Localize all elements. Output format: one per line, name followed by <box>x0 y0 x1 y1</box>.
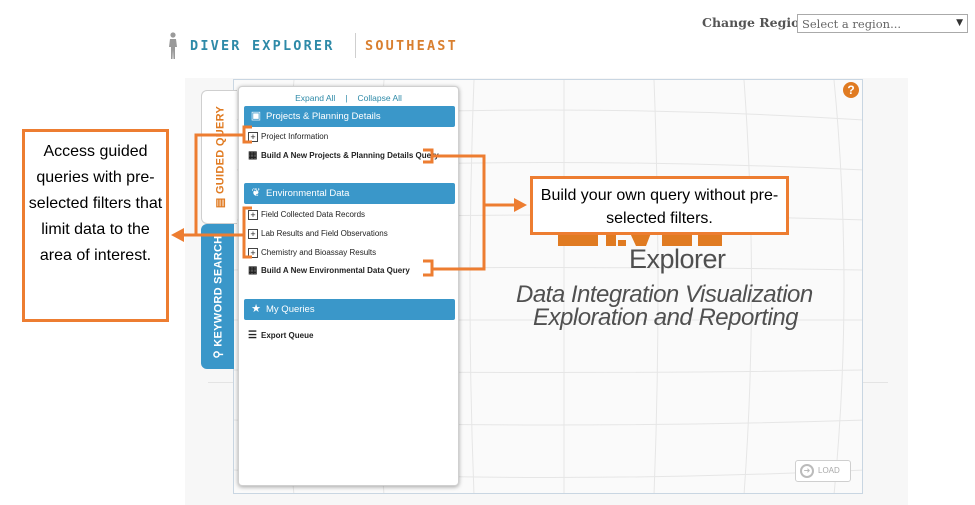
collapse-all-link[interactable]: Collapse All <box>357 93 401 103</box>
star-icon: ★ <box>251 303 261 315</box>
item-chemistry-bioassay[interactable]: + Chemistry and Bioassay Results <box>248 248 376 258</box>
section-title: Environmental Data <box>266 188 350 199</box>
item-build-projects-query[interactable]: ▦ Build A New Projects & Planning Detail… <box>248 150 439 161</box>
document-icon: ▣ <box>250 110 262 122</box>
item-export-queue[interactable]: ☰ Export Queue <box>248 330 314 341</box>
diver-figure-icon <box>169 32 177 59</box>
tagline-line-2: Exploration and Reporting <box>533 304 799 331</box>
tab-guided-query-label: ▤ GUIDED QUERY <box>214 105 226 209</box>
item-field-collected-records[interactable]: + Field Collected Data Records <box>248 210 365 220</box>
item-label: Chemistry and Bioassay Results <box>261 248 377 257</box>
brand-divider <box>355 33 356 58</box>
item-label: Project Information <box>261 132 329 141</box>
section-environmental-data[interactable]: ❦ Environmental Data <box>244 183 455 204</box>
brand-region: SOUTHEAST <box>365 38 458 54</box>
build-query-icon: ▦ <box>248 150 258 161</box>
load-button[interactable]: ➜ LOAD <box>795 460 851 482</box>
item-label: Field Collected Data Records <box>261 210 366 219</box>
item-label: Lab Results and Field Observations <box>261 229 388 238</box>
section-title: My Queries <box>266 304 315 315</box>
tab-keyword-search-label: ⚲ KEYWORD SEARCH <box>212 235 224 358</box>
callout-build-query: Build your own query without pre-selecte… <box>530 176 789 235</box>
item-label: Build A New Projects & Planning Details … <box>261 151 439 160</box>
load-button-label: LOAD <box>818 466 840 475</box>
tab-guided-query[interactable]: ▤ GUIDED QUERY <box>201 90 237 224</box>
clipboard-icon: ▤ <box>214 194 226 209</box>
item-build-environmental-query[interactable]: ▦ Build A New Environmental Data Query <box>248 265 410 276</box>
expand-all-link[interactable]: Expand All <box>295 93 335 103</box>
guided-query-panel: Expand All | Collapse All ▣ Projects & Pla… <box>238 86 459 486</box>
callout-guided-queries: Access guided queries with pre-selected … <box>22 129 169 322</box>
plus-box-icon: + <box>248 210 258 220</box>
plus-box-icon: + <box>248 132 258 142</box>
build-query-icon: ▦ <box>248 265 258 276</box>
item-label: Build A New Environmental Data Query <box>261 266 410 275</box>
expand-collapse-separator: | <box>345 93 348 103</box>
help-icon[interactable]: ? <box>843 82 859 98</box>
list-icon: ☰ <box>248 330 257 341</box>
plus-box-icon: + <box>248 229 258 239</box>
section-my-queries[interactable]: ★ My Queries <box>244 299 455 320</box>
region-select[interactable]: Select a region... ▼ <box>797 14 968 33</box>
logo-explorer-word: Explorer <box>629 244 726 274</box>
search-icon: ⚲ <box>212 346 224 358</box>
item-label: Export Queue <box>261 331 314 340</box>
section-projects-planning[interactable]: ▣ Projects & Planning Details <box>244 106 455 127</box>
expand-collapse-row: Expand All | Collapse All <box>239 93 458 103</box>
leaf-icon: ❦ <box>251 187 261 199</box>
section-title: Projects & Planning Details <box>266 111 381 122</box>
brand-name[interactable]: DIVER EXPLORER <box>190 38 335 54</box>
arrow-left-head <box>171 228 184 242</box>
item-project-information[interactable]: + Project Information <box>248 132 328 142</box>
tab-keyword-search[interactable]: ⚲ KEYWORD SEARCH <box>201 224 234 369</box>
plus-box-icon: + <box>248 248 258 258</box>
chevron-down-icon: ▼ <box>956 18 963 28</box>
arrow-right-icon: ➜ <box>800 464 814 478</box>
region-select-value: Select a region... <box>802 17 902 31</box>
item-lab-results[interactable]: + Lab Results and Field Observations <box>248 229 388 239</box>
